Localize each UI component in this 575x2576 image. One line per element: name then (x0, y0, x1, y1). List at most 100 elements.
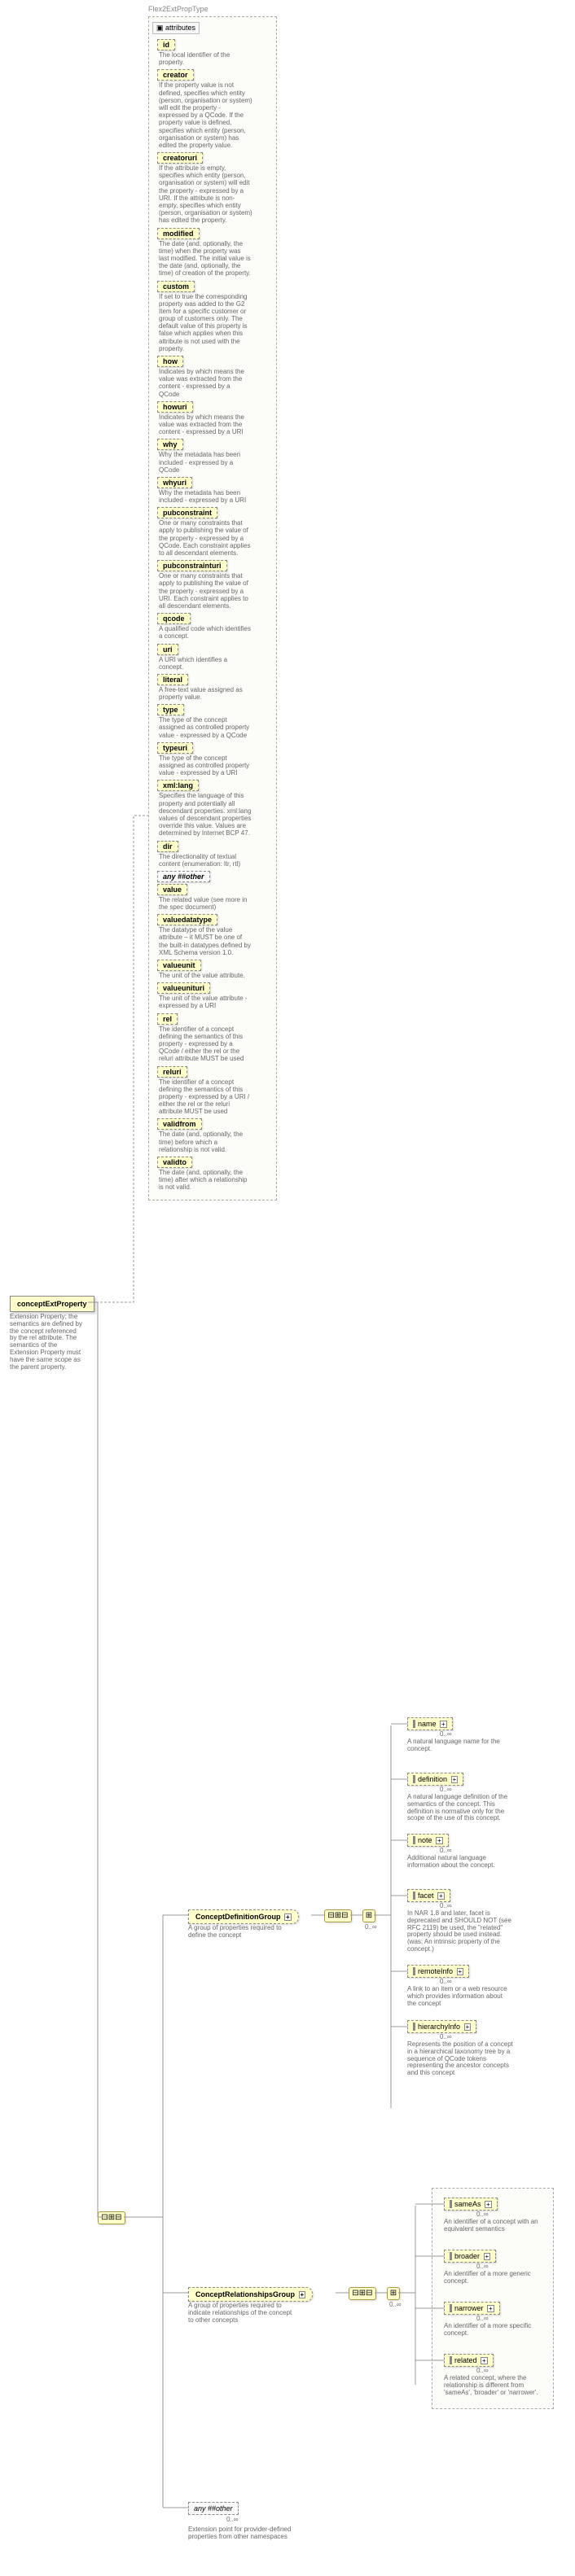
element-narrower[interactable]: narrower + (444, 2302, 500, 2315)
attr-reluri: reluriThe identifier of a concept defini… (157, 1066, 273, 1116)
attr-desc: The unit of the value attribute - expres… (159, 995, 252, 1009)
attr-how: howIndicates by which means the value wa… (157, 356, 273, 398)
expand-icon[interactable]: + (437, 1892, 445, 1900)
attr-name[interactable]: type (157, 704, 184, 715)
g2-seq[interactable]: ⊟⊞⊟ (349, 2287, 376, 2300)
expand-icon[interactable]: + (440, 1721, 447, 1728)
expand-icon[interactable]: + (436, 1837, 443, 1844)
sequence-connector[interactable]: ⊟⊞⊟ (98, 2211, 125, 2224)
attr-desc: Why the metadata has been included - exp… (159, 489, 252, 504)
attr-name[interactable]: modified (157, 228, 200, 239)
attr-name[interactable]: validto (157, 1157, 192, 1168)
root-element[interactable]: conceptExtProperty (10, 1296, 94, 1312)
type-label: Flex2ExtPropType (148, 5, 208, 13)
element-desc: An identifier of a concept with an equiv… (444, 2219, 542, 2233)
element-broader[interactable]: broader + (444, 2250, 496, 2263)
attr-desc: The identifier of a concept defining the… (159, 1078, 252, 1116)
attr-name[interactable]: reluri (157, 1066, 187, 1078)
attr-name[interactable]: value (157, 884, 187, 895)
attr-desc: The identifier of a concept defining the… (159, 1026, 252, 1063)
attr-name[interactable]: id (157, 39, 175, 50)
attributes-header: ▣ attributes (152, 22, 200, 34)
element-definition[interactable]: definition + (407, 1773, 463, 1786)
g2-merge[interactable]: ⊞ (387, 2287, 400, 2300)
attr-desc: If set to true the corresponding propert… (159, 293, 252, 353)
attr-name[interactable]: creatoruri (157, 152, 203, 164)
attr-desc: The type of the concept assigned as cont… (159, 716, 252, 739)
attr-desc: If the attribute is empty, specifies whi… (159, 164, 252, 225)
attr-pubconstrainturi: pubconstrainturiOne or many constraints … (157, 560, 273, 610)
element-hierarchyInfo[interactable]: hierarchyInfo + (407, 2020, 476, 2033)
attr-type: typeThe type of the concept assigned as … (157, 704, 273, 739)
any-other-element[interactable]: any ##other (188, 2502, 239, 2515)
attr-name[interactable]: typeuri (157, 742, 193, 754)
concept-relationships-group[interactable]: ConceptRelationshipsGroup + (188, 2287, 313, 2302)
attr-name[interactable]: literal (157, 674, 188, 685)
attr-name[interactable]: uri (157, 644, 178, 655)
occurs: 0..∞ (440, 1730, 452, 1738)
attr-name[interactable]: how (157, 356, 183, 367)
expand-icon[interactable]: + (487, 2305, 494, 2312)
attr-creatoruri: creatoruriIf the attribute is empty, spe… (157, 152, 273, 225)
element-sameAs[interactable]: sameAs + (444, 2198, 498, 2211)
attr-name[interactable]: validfrom (157, 1118, 202, 1130)
element-desc: A natural language name for the concept. (407, 1738, 513, 1753)
element-desc: In NAR 1.8 and later, facet is deprecate… (407, 1910, 513, 1953)
any-occ: 0..∞ (226, 2516, 239, 2523)
occurs: 0..∞ (476, 2367, 489, 2374)
expand-icon[interactable]: + (451, 1776, 459, 1783)
attr-desc: Indicates by which means the value was e… (159, 413, 252, 436)
attr-typeuri: typeuriThe type of the concept assigned … (157, 742, 273, 777)
occurs: 0..∞ (440, 1847, 452, 1854)
expand-icon[interactable]: + (485, 2201, 492, 2208)
attr-name[interactable]: pubconstrainturi (157, 560, 227, 571)
attr-desc: If the property value is not defined, sp… (159, 81, 252, 149)
attr-valueunit: valueunitThe unit of the value attribute… (157, 960, 273, 979)
element-remoteInfo[interactable]: remoteInfo + (407, 1965, 469, 1978)
expand-icon[interactable]: + (481, 2357, 488, 2364)
concept-definition-group-desc: A group of properties required to define… (188, 1925, 294, 1940)
element-desc: An identifier of a more specific concept… (444, 2323, 542, 2338)
attr-desc: A qualified code which identifies a conc… (159, 625, 252, 640)
attributes-container: ▣ attributes idThe local identifier of t… (148, 16, 277, 1201)
occurs: 0..∞ (476, 2315, 489, 2322)
attr-name[interactable]: xml:lang (157, 780, 199, 791)
attr-name[interactable]: dir (157, 841, 178, 852)
expand-icon[interactable]: + (299, 2291, 306, 2298)
attr-name[interactable]: howuri (157, 401, 193, 413)
attr-desc: The datatype of the value attribute – it… (159, 926, 252, 956)
attr-why: whyWhy the metadata has been included - … (157, 439, 273, 474)
attr-literal: literalA free-text value assigned as pro… (157, 674, 273, 701)
expand-icon[interactable]: + (284, 1913, 292, 1921)
element-note[interactable]: note + (407, 1834, 449, 1847)
attr-name[interactable]: custom (157, 281, 195, 292)
attr-name[interactable]: pubconstraint (157, 507, 217, 518)
expand-icon[interactable]: + (484, 2253, 491, 2260)
expand-icon[interactable]: + (457, 1968, 464, 1975)
attr-name[interactable]: why (157, 439, 183, 450)
expand-icon[interactable]: + (464, 2023, 472, 2031)
g1-seq[interactable]: ⊟⊞⊟ (324, 1909, 352, 1922)
attr-name[interactable]: any ##other (157, 871, 210, 882)
element-desc: An identifier of a more generic concept. (444, 2271, 542, 2285)
attr-name[interactable]: creator (157, 69, 194, 81)
attr-desc: Specifies the language of this property … (159, 792, 252, 837)
element-name[interactable]: name + (407, 1717, 453, 1730)
attr-name[interactable]: whyuri (157, 477, 192, 488)
attr-name[interactable]: valuedatatype (157, 914, 217, 925)
attr-name[interactable]: qcode (157, 613, 191, 624)
element-facet[interactable]: facet + (407, 1889, 450, 1902)
attr-desc: A URI which identifies a concept. (159, 656, 252, 671)
attr-desc: Indicates by which means the value was e… (159, 368, 252, 398)
concept-definition-group[interactable]: ConceptDefinitionGroup + (188, 1909, 299, 1924)
g1-merge[interactable]: ⊞ (362, 1909, 375, 1922)
occurs: 0..∞ (440, 1786, 452, 1793)
attr-validto: validtoThe date (and, optionally, the ti… (157, 1157, 273, 1192)
attr-name[interactable]: valueunit (157, 960, 201, 971)
element-related[interactable]: related + (444, 2354, 494, 2367)
attr-desc: The date (and, optionally, the time) bef… (159, 1131, 252, 1153)
element-desc: A natural language definition of the sem… (407, 1794, 513, 1822)
attr-name[interactable]: rel (157, 1013, 178, 1025)
attr-desc: The directionality of textual content (e… (159, 853, 252, 868)
attr-name[interactable]: valueunituri (157, 982, 210, 994)
